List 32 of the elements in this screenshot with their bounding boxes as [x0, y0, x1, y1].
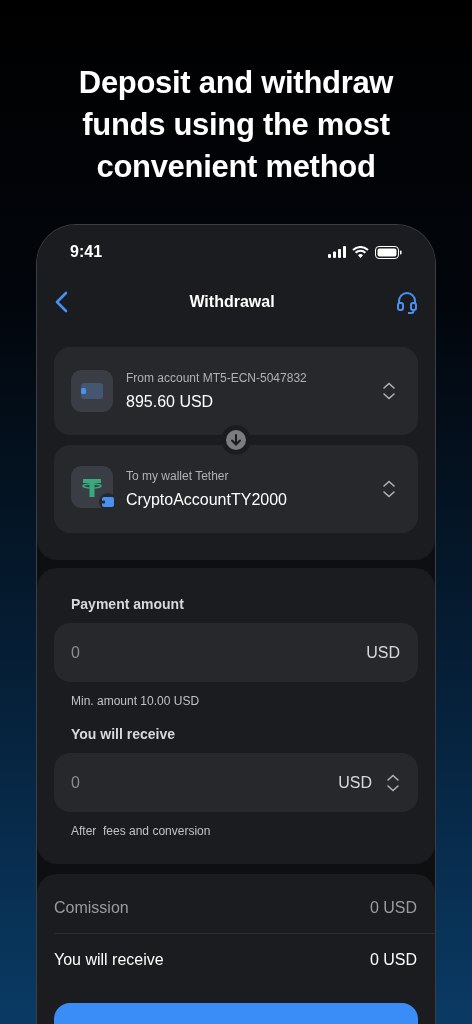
signal-icon — [328, 246, 346, 258]
amount-field[interactable]: 0 USD — [54, 623, 418, 682]
summary-value: 0 USD — [369, 950, 417, 969]
chevron-up-down-icon — [382, 480, 396, 498]
account-caption: To my wallet Tether — [126, 469, 230, 483]
chevron-up-down-icon — [382, 382, 396, 400]
headline: Deposit and withdraw funds using the most convenient method — [77, 64, 395, 186]
currency-label: USD — [366, 643, 400, 662]
battery-icon — [375, 245, 402, 259]
account-value: CryptoAccountTY2000 — [126, 491, 288, 509]
wifi-icon — [352, 246, 369, 258]
chevron-up-down-icon — [386, 773, 400, 792]
support-button[interactable] — [396, 290, 418, 314]
field-label: Payment amount — [70, 596, 185, 612]
account-caption: From account MT5-ECN-5047832 — [126, 371, 308, 385]
account-value: 895.60 USD — [126, 393, 215, 411]
summary-label: Comission — [54, 898, 129, 917]
status-time: 9:41 — [70, 243, 103, 261]
field-hint: Min. amount 10.00 USD — [70, 694, 201, 708]
wallet-icon — [71, 370, 113, 412]
amount-placeholder: 0 — [71, 773, 80, 792]
field-label: You will receive — [70, 726, 176, 742]
account-selector[interactable]: To my wallet Tether CryptoAccountTY2000 — [54, 445, 418, 533]
amount-placeholder: 0 — [71, 643, 80, 662]
currency-label: USD — [338, 773, 372, 792]
account-selector[interactable]: From account MT5-ECN-5047832 895.60 USD — [54, 347, 418, 435]
back-button[interactable] — [54, 291, 68, 313]
screen-title: Withdrawal — [189, 293, 275, 311]
field-hint: After fees and conversion — [70, 824, 212, 838]
summary-label: You will receive — [54, 950, 164, 969]
summary-value: 0 USD — [369, 898, 417, 917]
amount-field[interactable]: 0 USD — [54, 753, 418, 812]
